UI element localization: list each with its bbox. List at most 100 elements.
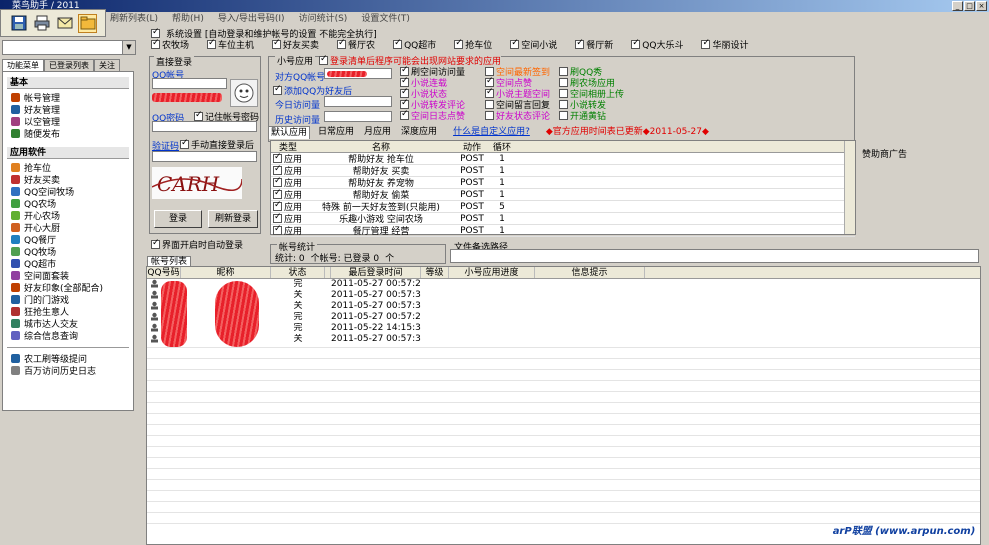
smallapp-option-checkbox[interactable] xyxy=(559,89,568,98)
target-qq-input[interactable] xyxy=(324,68,392,79)
qq-account-input[interactable] xyxy=(152,78,227,89)
sidebar-app-item[interactable]: QQ餐厅 xyxy=(3,233,133,246)
app-notice-link[interactable]: ◆官方应用时间表已更新◆2011-05-27◆ xyxy=(544,126,711,139)
login-button[interactable]: 登录 xyxy=(154,210,202,228)
grid-row-checkbox[interactable] xyxy=(273,224,282,235)
list-col-progress[interactable]: 小号应用进度 xyxy=(449,267,535,278)
grid-row-checkbox[interactable] xyxy=(273,164,282,175)
tab-monthly-app[interactable]: 月应用 xyxy=(362,126,393,139)
folder-icon[interactable] xyxy=(78,13,97,33)
option-checkbox-item[interactable]: 车位主机 xyxy=(207,38,254,51)
tab-deep-app[interactable]: 深度应用 xyxy=(399,126,439,139)
tab-daily-app[interactable]: 日常应用 xyxy=(316,126,356,139)
chevron-down-icon[interactable]: ▼ xyxy=(122,41,135,54)
menu-item-import[interactable]: 导入/导出号码(I) xyxy=(218,12,285,26)
grid-row-checkbox[interactable] xyxy=(273,176,282,187)
sidebar-app-item[interactable]: 城市达人交友 xyxy=(3,317,133,330)
smallapp-option-checkbox[interactable] xyxy=(400,65,409,76)
warning-checkbox[interactable] xyxy=(319,54,328,65)
smallapp-option-checkbox[interactable] xyxy=(485,87,494,98)
option-checkbox-item[interactable]: 抢车位 xyxy=(454,38,492,51)
smallapp-option-checkbox[interactable] xyxy=(559,111,568,120)
table-row[interactable]: 完 2011-05-27 00:57:20 xyxy=(147,312,980,323)
file-path-input[interactable] xyxy=(450,249,979,263)
history-visit-input[interactable] xyxy=(324,111,392,122)
menu-item-help[interactable]: 帮助(H) xyxy=(172,12,204,26)
menu-item-stats[interactable]: 访问统计(S) xyxy=(299,12,348,26)
sidebar-app-item[interactable]: QQ牧场 xyxy=(3,245,133,258)
tab-function-menu[interactable]: 功能菜单 xyxy=(2,59,44,71)
minimize-button[interactable]: _ xyxy=(952,1,963,11)
smallapp-option[interactable]: 好友状态评论 xyxy=(485,110,565,122)
sidebar-app-item[interactable]: 空间面套装 xyxy=(3,269,133,282)
sidebar-app-item[interactable]: 狂抢生意人 xyxy=(3,305,133,318)
option-checkbox-item[interactable]: 农牧场 xyxy=(151,38,189,51)
manual-verify[interactable]: 手动直接登录后 xyxy=(180,138,254,151)
manual-verify-checkbox[interactable] xyxy=(180,138,189,149)
list-col-info[interactable]: 信息提示 xyxy=(535,267,645,278)
grid-row[interactable]: 应用 餐厅管理 经营 POST 1 xyxy=(271,224,855,237)
smallapp-option-checkbox[interactable] xyxy=(485,111,494,120)
sidebar-app-item[interactable]: 好友印象(全部配合) xyxy=(3,281,133,294)
grid-row-checkbox[interactable] xyxy=(273,188,282,199)
option-checkbox-item[interactable]: QQ超市 xyxy=(393,38,436,51)
table-row[interactable]: 关 2011-05-27 00:57:30 xyxy=(147,301,980,312)
sidebar-basic-item[interactable]: 帐号管理 xyxy=(3,91,133,104)
sidebar-app-item[interactable]: QQ空间牧场 xyxy=(3,185,133,198)
tab-logged-list[interactable]: 已登录列表 xyxy=(44,59,94,71)
verify-input[interactable] xyxy=(152,151,257,162)
table-row[interactable]: 完 2011-05-22 14:15:38 xyxy=(147,323,980,334)
grid-scrollbar[interactable] xyxy=(844,141,855,234)
smallapp-option-checkbox[interactable] xyxy=(400,76,409,87)
auto-login-checkbox[interactable] xyxy=(151,27,160,38)
smallapp-option-checkbox[interactable] xyxy=(485,76,494,87)
tab-follow[interactable]: 关注 xyxy=(94,59,120,71)
grid-col-loop[interactable]: 循环 xyxy=(487,140,517,153)
option-checkbox-item[interactable]: QQ大乐斗 xyxy=(631,38,683,51)
option-checkbox-item[interactable]: 餐厅新 xyxy=(575,38,613,51)
sidebar-app-item[interactable]: 开心大厨 xyxy=(3,221,133,234)
grid-col-action[interactable]: 动作 xyxy=(457,140,487,153)
option-checkbox[interactable] xyxy=(701,38,711,49)
list-col-time[interactable]: 最后登录时间 xyxy=(331,267,421,278)
tab-default-app[interactable]: 默认应用 xyxy=(268,126,311,139)
list-col-nickname[interactable]: 昵称 xyxy=(181,267,271,278)
remember-checkbox[interactable] xyxy=(194,110,203,121)
sidebar-app-item[interactable]: 开心农场 xyxy=(3,209,133,222)
smallapp-option-checkbox[interactable] xyxy=(400,98,409,109)
list-col-status[interactable]: 状态 xyxy=(271,267,325,278)
refresh-login-button[interactable]: 刷新登录 xyxy=(208,210,258,228)
sidebar-app-item[interactable]: 好友买卖 xyxy=(3,173,133,186)
grid-row-checkbox[interactable] xyxy=(273,152,282,163)
sidebar-app-item[interactable]: QQ农场 xyxy=(3,197,133,210)
sidebar-app-item[interactable]: 抢车位 xyxy=(3,161,133,174)
auto-login-option[interactable]: 界面开启时自动登录 xyxy=(151,238,243,251)
option-checkbox-item[interactable]: 空间小说 xyxy=(510,38,557,51)
list-col-level[interactable]: 等级 xyxy=(421,267,449,278)
qq-password-input[interactable] xyxy=(152,121,257,132)
smallapp-option[interactable]: 开通黄钻 xyxy=(559,110,649,122)
option-checkbox[interactable] xyxy=(510,38,520,49)
option-checkbox[interactable] xyxy=(393,38,403,49)
sidebar-tool-item[interactable]: 百万访问历史日志 xyxy=(3,364,133,377)
sidebar-app-item[interactable]: 综合信息查询 xyxy=(3,329,133,342)
option-checkbox[interactable] xyxy=(337,38,347,49)
smallapp-option-checkbox[interactable] xyxy=(559,100,568,109)
custom-app-link[interactable]: 什么是自定义应用? xyxy=(451,126,532,139)
maximize-button[interactable]: □ xyxy=(964,1,975,11)
sidebar-app-item[interactable]: 门的门游戏 xyxy=(3,293,133,306)
smallapp-option-checkbox[interactable] xyxy=(485,67,494,76)
auto-login-open-checkbox[interactable] xyxy=(151,238,160,249)
smallapp-option[interactable]: 空间日志点赞 xyxy=(400,109,490,122)
sidebar-tool-item[interactable]: 农工刷等级提问 xyxy=(3,352,133,365)
option-checkbox[interactable] xyxy=(454,38,464,49)
grid-row-checkbox[interactable] xyxy=(273,200,282,211)
today-visit-input[interactable] xyxy=(324,96,392,107)
smallapp-option-checkbox[interactable] xyxy=(400,109,409,120)
account-combo[interactable]: ▼ xyxy=(2,40,136,55)
option-checkbox[interactable] xyxy=(575,38,585,49)
list-col-qq[interactable]: QQ号码 xyxy=(147,267,181,278)
add-friend-checkbox[interactable] xyxy=(273,84,282,95)
print-icon[interactable] xyxy=(32,14,51,33)
option-checkbox[interactable] xyxy=(272,38,282,49)
